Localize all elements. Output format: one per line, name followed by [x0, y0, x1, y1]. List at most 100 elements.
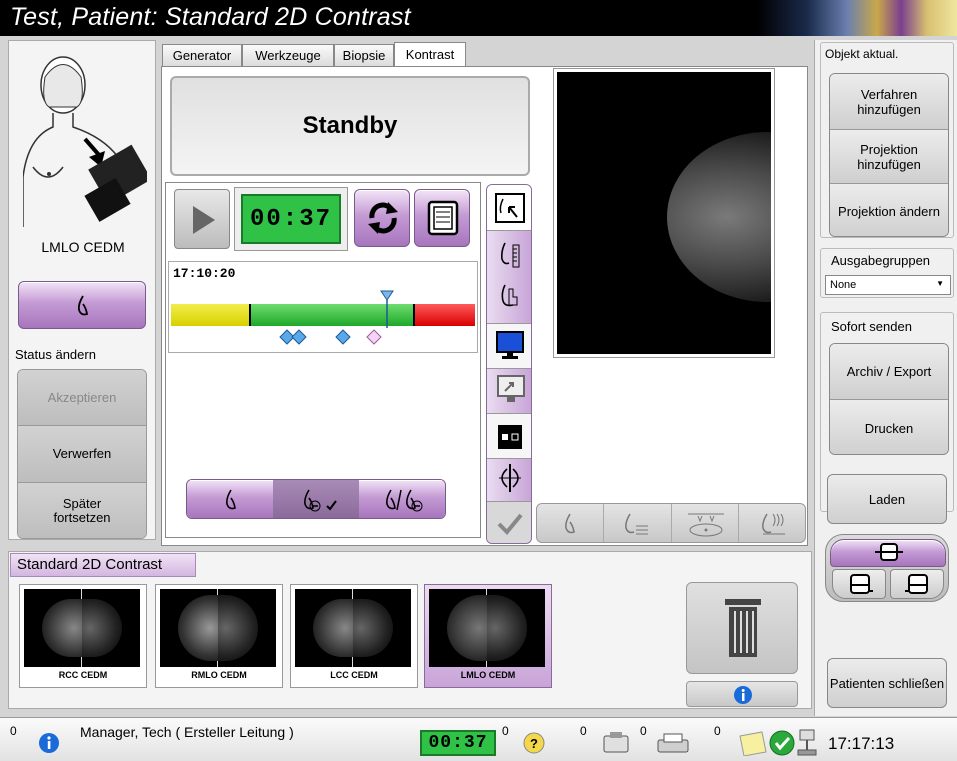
view-type-button[interactable]	[18, 281, 146, 329]
toolbar-annotate-button[interactable]	[604, 504, 672, 542]
image-preview	[557, 72, 771, 354]
tab-kontrast[interactable]: Kontrast	[394, 42, 466, 66]
printer-status-icon[interactable]	[656, 730, 690, 756]
reset-timer-button[interactable]	[354, 189, 410, 247]
paddle-shift-right-button[interactable]	[890, 569, 944, 599]
subtracted-icon	[304, 489, 337, 512]
ruler-icon	[501, 242, 520, 268]
thumbnail-lmlo[interactable]: LMLO CEDM	[424, 584, 552, 688]
notes-icon[interactable]	[736, 730, 768, 756]
update-button-stack: Verfahren hinzufügen Projektion hinzufüg…	[829, 73, 949, 237]
system-ok-icon[interactable]	[768, 729, 796, 757]
toolbar-compression-button[interactable]	[672, 504, 739, 542]
output-group-select[interactable]: None ▼	[825, 275, 951, 295]
status-bar: 0 Manager, Tech ( Ersteller Leitung ) 00…	[0, 717, 957, 761]
contrast-timer: 00:37	[241, 194, 341, 244]
timeline-late-segment	[413, 304, 475, 326]
timeline-wait-segment	[171, 304, 251, 326]
exposure-markers	[279, 329, 382, 345]
update-group: Objekt aktual. Verfahren hinzufügen Proj…	[820, 42, 954, 238]
tool-display-button[interactable]	[487, 323, 531, 369]
image-preview-frame	[553, 68, 775, 358]
thumbnail-label: LCC CEDM	[330, 670, 378, 680]
procedure-label: Standard 2D Contrast	[10, 553, 196, 577]
thumbnail-label: RMLO CEDM	[191, 670, 247, 680]
monitor-icon	[496, 331, 524, 359]
tab-werkzeuge[interactable]: Werkzeuge	[242, 44, 334, 66]
paddle-shift-control	[825, 534, 949, 602]
tool-invert-button[interactable]	[487, 413, 531, 459]
refresh-icon	[368, 202, 398, 234]
add-procedure-button[interactable]: Verfahren hinzufügen	[830, 74, 948, 130]
thumbnail-lcc[interactable]: LCC CEDM	[290, 584, 418, 688]
split-mode-button[interactable]	[359, 480, 445, 518]
counter-devices: 0	[580, 724, 587, 738]
alert-count: 0	[10, 724, 17, 738]
right-panel: Objekt aktual. Verfahren hinzufügen Proj…	[814, 40, 957, 716]
thumbnail-label: LMLO CEDM	[460, 670, 516, 680]
auto-window-icon	[495, 193, 525, 223]
counter-notes: 0	[714, 724, 721, 738]
paddle-shift-left-button[interactable]	[832, 569, 886, 599]
zoom-hand-icon	[501, 284, 518, 307]
thumbnail-image	[295, 589, 411, 667]
settings-panel-icon	[427, 200, 459, 236]
output-groups: Ausgabegruppen None ▼	[820, 248, 954, 298]
toolbar-heat-button[interactable]	[739, 504, 805, 542]
device-status-icon[interactable]	[600, 730, 632, 756]
query-status-icon[interactable]: ?	[520, 730, 548, 756]
svg-text:?: ?	[530, 736, 538, 751]
thumbnail-rcc[interactable]: RCC CEDM	[19, 584, 147, 688]
accept-button[interactable]: Akzeptieren	[18, 370, 146, 426]
split-view-icon	[386, 489, 423, 512]
load-button[interactable]: Laden	[827, 474, 947, 524]
checkmark-icon	[497, 513, 523, 535]
thumbnail-image	[24, 589, 140, 667]
paddle-left-icon	[850, 574, 873, 594]
tool-accept-check-button[interactable]	[487, 501, 531, 543]
info-icon	[734, 686, 752, 704]
reject-button[interactable]: Verwerfen	[18, 426, 146, 483]
tab-generator[interactable]: Generator	[162, 44, 242, 66]
edit-view-button[interactable]: Projektion ändern	[830, 184, 948, 236]
window-title: Test, Patient: Standard 2D Contrast	[10, 3, 411, 31]
send-button-stack: Archiv / Export Drucken	[829, 343, 949, 455]
view-label: LMLO CEDM	[41, 239, 125, 255]
paddle-right-icon	[905, 574, 928, 594]
thumbnail-image	[160, 589, 276, 667]
counter-queries: 0	[502, 724, 509, 738]
thumbnail-rmlo[interactable]: RMLO CEDM	[155, 584, 283, 688]
heat-breast-icon	[761, 513, 785, 535]
annotation-icon	[625, 513, 649, 535]
subtracted-mode-button[interactable]	[273, 480, 359, 518]
image-view-toolbar	[536, 503, 806, 543]
breast-image	[667, 132, 771, 302]
contrast-state-display: Standby	[170, 76, 530, 176]
close-patient-button[interactable]: Patienten schließen	[827, 658, 947, 708]
tool-auto-window-button[interactable]	[487, 185, 531, 231]
contrast-settings-button[interactable]	[414, 189, 470, 247]
add-view-button[interactable]: Projektion hinzufügen	[830, 130, 948, 184]
low-energy-mode-button[interactable]	[187, 480, 273, 518]
tab-biopsie[interactable]: Biopsie	[334, 44, 394, 66]
network-icon[interactable]	[796, 728, 820, 758]
status-label: Status ändern	[15, 347, 96, 362]
breast-outline-icon	[565, 513, 575, 534]
thumbnail-image	[429, 589, 545, 667]
trash-icon	[725, 599, 761, 657]
play-icon	[193, 206, 215, 234]
paddle-center-button[interactable]	[830, 539, 946, 567]
output-group-value: None	[830, 279, 857, 291]
flower-logo-image	[757, 0, 957, 36]
info-button[interactable]	[686, 681, 798, 707]
archive-export-button[interactable]: Archiv / Export	[830, 344, 948, 400]
paddle-center-icon	[875, 543, 903, 561]
toolbar-view-button[interactable]	[537, 504, 605, 542]
print-button[interactable]: Drucken	[830, 400, 948, 454]
start-button[interactable]	[174, 189, 230, 249]
contrast-control-box: 00:37 17:10:20	[165, 182, 481, 538]
injection-time: 17:10:20	[173, 266, 236, 281]
delete-button[interactable]	[686, 582, 798, 674]
later-button[interactable]: Später fortsetzen	[18, 483, 146, 538]
info-status-icon[interactable]	[38, 732, 60, 754]
